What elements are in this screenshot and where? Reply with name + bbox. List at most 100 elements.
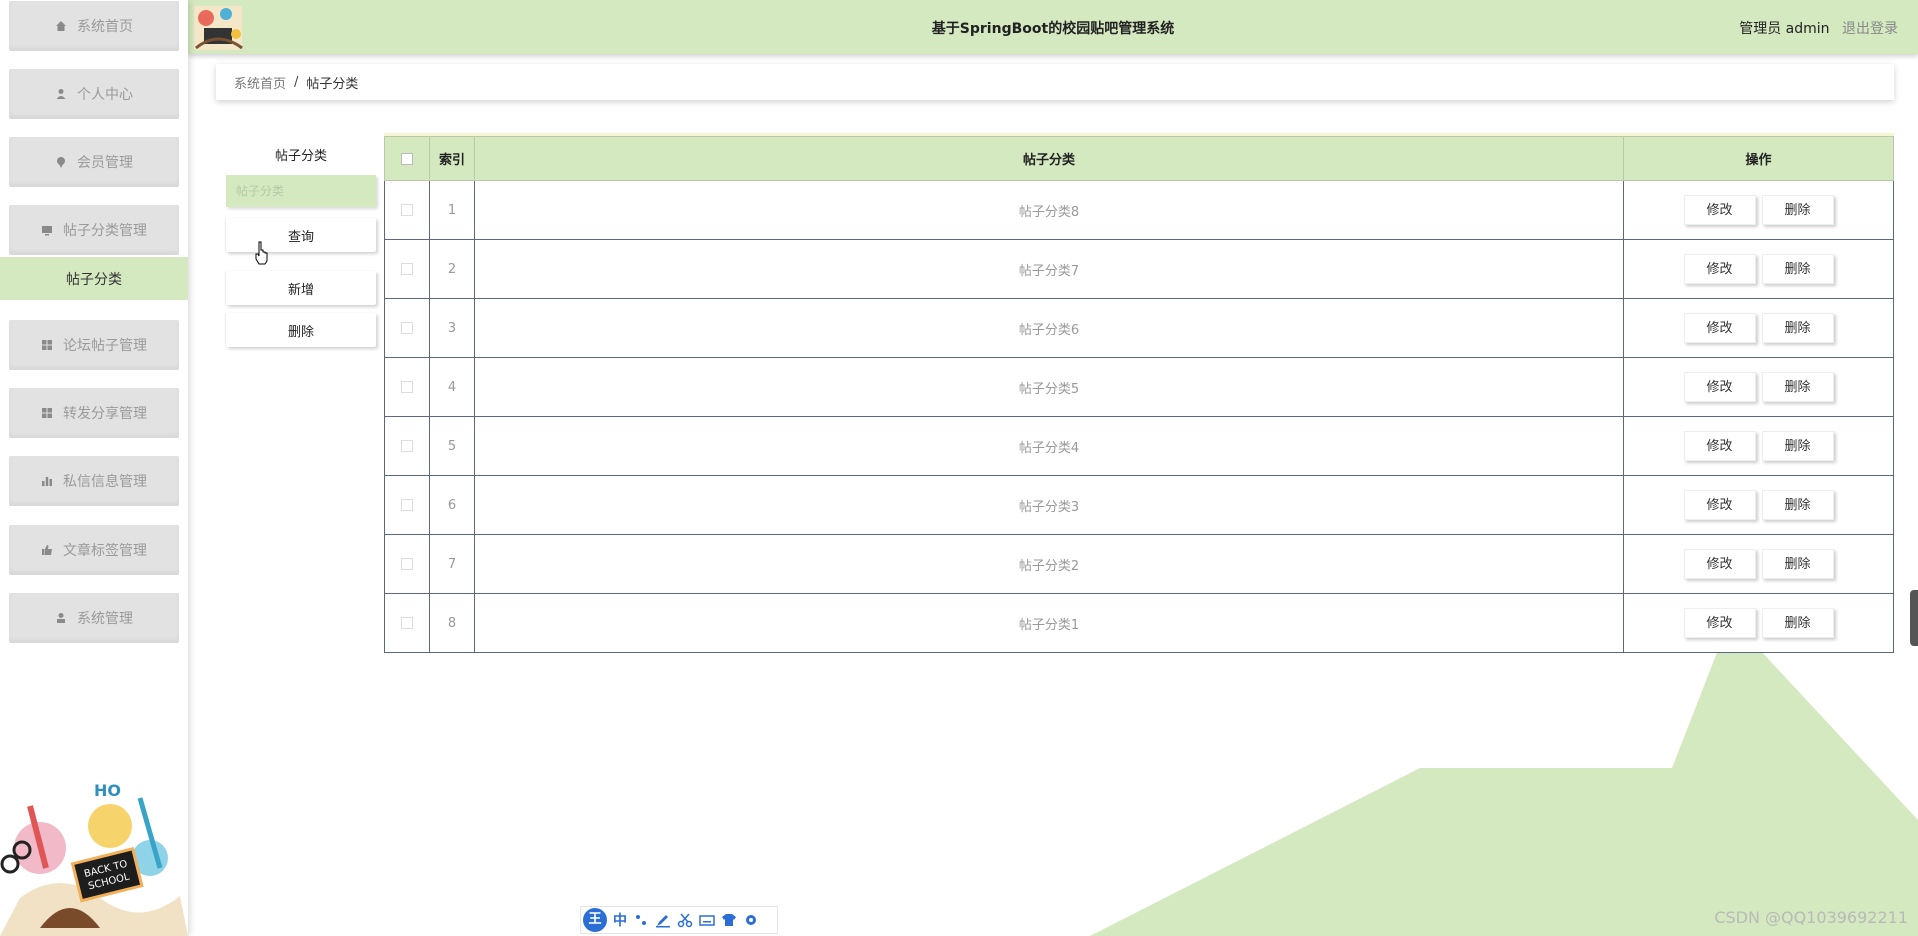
select-cell bbox=[384, 180, 430, 240]
table-row: 4 帖子分类5 修改 删除 bbox=[384, 357, 1894, 417]
delete-button[interactable]: 删除 bbox=[1761, 549, 1834, 579]
skin-shirt-icon[interactable] bbox=[721, 912, 737, 928]
edit-button[interactable]: 修改 bbox=[1683, 549, 1756, 579]
pin-icon bbox=[57, 157, 65, 168]
category-cell: 帖子分类8 bbox=[474, 180, 1624, 240]
sidebar-item-forum-posts[interactable]: 论坛帖子管理 bbox=[9, 320, 179, 370]
sidebar-item-tags[interactable]: 文章标签管理 bbox=[9, 525, 179, 575]
row-checkbox[interactable] bbox=[401, 204, 413, 216]
table-row: 2 帖子分类7 修改 删除 bbox=[384, 239, 1894, 299]
keyboard-icon[interactable] bbox=[699, 912, 715, 928]
breadcrumb-home[interactable]: 系统首页 bbox=[234, 73, 286, 92]
breadcrumb: 系统首页 / 帖子分类 bbox=[216, 64, 1894, 100]
delete-button[interactable]: 删除 bbox=[1761, 608, 1834, 638]
search-button[interactable]: 查询 bbox=[226, 218, 376, 252]
actions-cell: 修改 删除 bbox=[1623, 593, 1894, 653]
index-cell: 4 bbox=[429, 357, 475, 417]
person-icon bbox=[57, 613, 65, 623]
pen-icon[interactable] bbox=[655, 912, 671, 928]
top-bar: 基于SpringBoot的校园贴吧管理系统 管理员 admin 退出登录 bbox=[188, 0, 1918, 54]
sidebar-item-label: 个人中心 bbox=[77, 87, 133, 103]
row-checkbox[interactable] bbox=[401, 617, 413, 629]
row-checkbox[interactable] bbox=[401, 381, 413, 393]
sidebar-item-home[interactable]: 系统首页 bbox=[9, 1, 179, 51]
select-cell bbox=[384, 298, 430, 358]
select-cell bbox=[384, 593, 430, 653]
category-cell: 帖子分类4 bbox=[474, 416, 1624, 476]
row-checkbox[interactable] bbox=[401, 558, 413, 570]
table-row: 7 帖子分类2 修改 删除 bbox=[384, 534, 1894, 594]
edit-button[interactable]: 修改 bbox=[1683, 490, 1756, 520]
grid-icon bbox=[42, 340, 52, 350]
delete-button[interactable]: 删除 bbox=[1761, 254, 1834, 284]
sidebar-item-label: 系统管理 bbox=[77, 611, 133, 627]
sidebar-item-label: 论坛帖子管理 bbox=[63, 338, 147, 354]
side-scroll-handle[interactable] bbox=[1910, 590, 1918, 646]
row-checkbox[interactable] bbox=[401, 263, 413, 275]
ime-lang-toggle[interactable]: 中 bbox=[613, 910, 627, 930]
edit-button[interactable]: 修改 bbox=[1683, 372, 1756, 402]
user-area: 管理员 admin 退出登录 bbox=[1739, 18, 1898, 38]
header-index: 索引 bbox=[429, 136, 475, 181]
home-icon bbox=[56, 21, 66, 31]
row-checkbox[interactable] bbox=[401, 322, 413, 334]
punctuation-icon[interactable] bbox=[633, 912, 649, 928]
sidebar-item-shares[interactable]: 转发分享管理 bbox=[9, 388, 179, 438]
row-checkbox[interactable] bbox=[401, 440, 413, 452]
sidebar-item-category-mgmt[interactable]: 帖子分类管理 bbox=[9, 205, 179, 255]
row-checkbox[interactable] bbox=[401, 499, 413, 511]
sidebar-item-members[interactable]: 会员管理 bbox=[9, 137, 179, 187]
table-row: 8 帖子分类1 修改 删除 bbox=[384, 593, 1894, 653]
monitor-icon bbox=[42, 226, 52, 236]
table-row: 1 帖子分类8 修改 删除 bbox=[384, 180, 1894, 240]
edit-button[interactable]: 修改 bbox=[1683, 313, 1756, 343]
table-row: 6 帖子分类3 修改 删除 bbox=[384, 475, 1894, 535]
index-cell: 7 bbox=[429, 534, 475, 594]
actions-cell: 修改 删除 bbox=[1623, 239, 1894, 299]
category-search-input[interactable] bbox=[226, 175, 376, 207]
delete-button[interactable]: 删除 bbox=[1761, 372, 1834, 402]
table-row: 5 帖子分类4 修改 删除 bbox=[384, 416, 1894, 476]
header-actions: 操作 bbox=[1623, 136, 1894, 181]
sidebar-item-label: 转发分享管理 bbox=[63, 406, 147, 422]
scissors-icon[interactable] bbox=[677, 912, 693, 928]
filter-title: 帖子分类 bbox=[274, 149, 327, 164]
logout-link[interactable]: 退出登录 bbox=[1842, 21, 1898, 37]
sidebar-item-label: 系统首页 bbox=[77, 19, 133, 35]
index-cell: 8 bbox=[429, 593, 475, 653]
breadcrumb-current: 帖子分类 bbox=[306, 76, 359, 92]
bar-chart-icon bbox=[42, 477, 52, 486]
breadcrumb-separator: / bbox=[294, 74, 299, 90]
ime-logo-icon[interactable]: 王 bbox=[583, 908, 607, 932]
edit-button[interactable]: 修改 bbox=[1683, 254, 1756, 284]
back-to-school-illustration: BACK TO SCHOOL HO bbox=[0, 778, 188, 936]
delete-button[interactable]: 删除 bbox=[1761, 195, 1834, 225]
index-cell: 1 bbox=[429, 180, 475, 240]
index-cell: 2 bbox=[429, 239, 475, 299]
edit-button[interactable]: 修改 bbox=[1683, 608, 1756, 638]
index-cell: 3 bbox=[429, 298, 475, 358]
sidebar-item-system[interactable]: 系统管理 bbox=[9, 593, 179, 643]
edit-button[interactable]: 修改 bbox=[1683, 195, 1756, 225]
add-button[interactable]: 新增 bbox=[226, 271, 376, 305]
category-cell: 帖子分类6 bbox=[474, 298, 1624, 358]
grid-icon bbox=[42, 408, 52, 418]
batch-delete-button[interactable]: 删除 bbox=[226, 313, 376, 347]
table-row: 3 帖子分类6 修改 删除 bbox=[384, 298, 1894, 358]
actions-cell: 修改 删除 bbox=[1623, 180, 1894, 240]
select-all-checkbox[interactable] bbox=[401, 152, 413, 165]
delete-button[interactable]: 删除 bbox=[1761, 490, 1834, 520]
sidebar-subitem-category[interactable]: 帖子分类 bbox=[0, 257, 188, 300]
header-category: 帖子分类 bbox=[474, 136, 1624, 181]
actions-cell: 修改 删除 bbox=[1623, 475, 1894, 535]
delete-button[interactable]: 删除 bbox=[1761, 313, 1834, 343]
select-cell bbox=[384, 416, 430, 476]
app-root: 基于SpringBoot的校园贴吧管理系统 管理员 admin 退出登录 系统首… bbox=[0, 0, 1918, 936]
category-cell: 帖子分类1 bbox=[474, 593, 1624, 653]
category-cell: 帖子分类5 bbox=[474, 357, 1624, 417]
sidebar-item-profile[interactable]: 个人中心 bbox=[9, 69, 179, 119]
settings-gear-icon[interactable] bbox=[743, 912, 759, 928]
edit-button[interactable]: 修改 bbox=[1683, 431, 1756, 461]
sidebar-item-messages[interactable]: 私信信息管理 bbox=[9, 456, 179, 506]
delete-button[interactable]: 删除 bbox=[1761, 431, 1834, 461]
